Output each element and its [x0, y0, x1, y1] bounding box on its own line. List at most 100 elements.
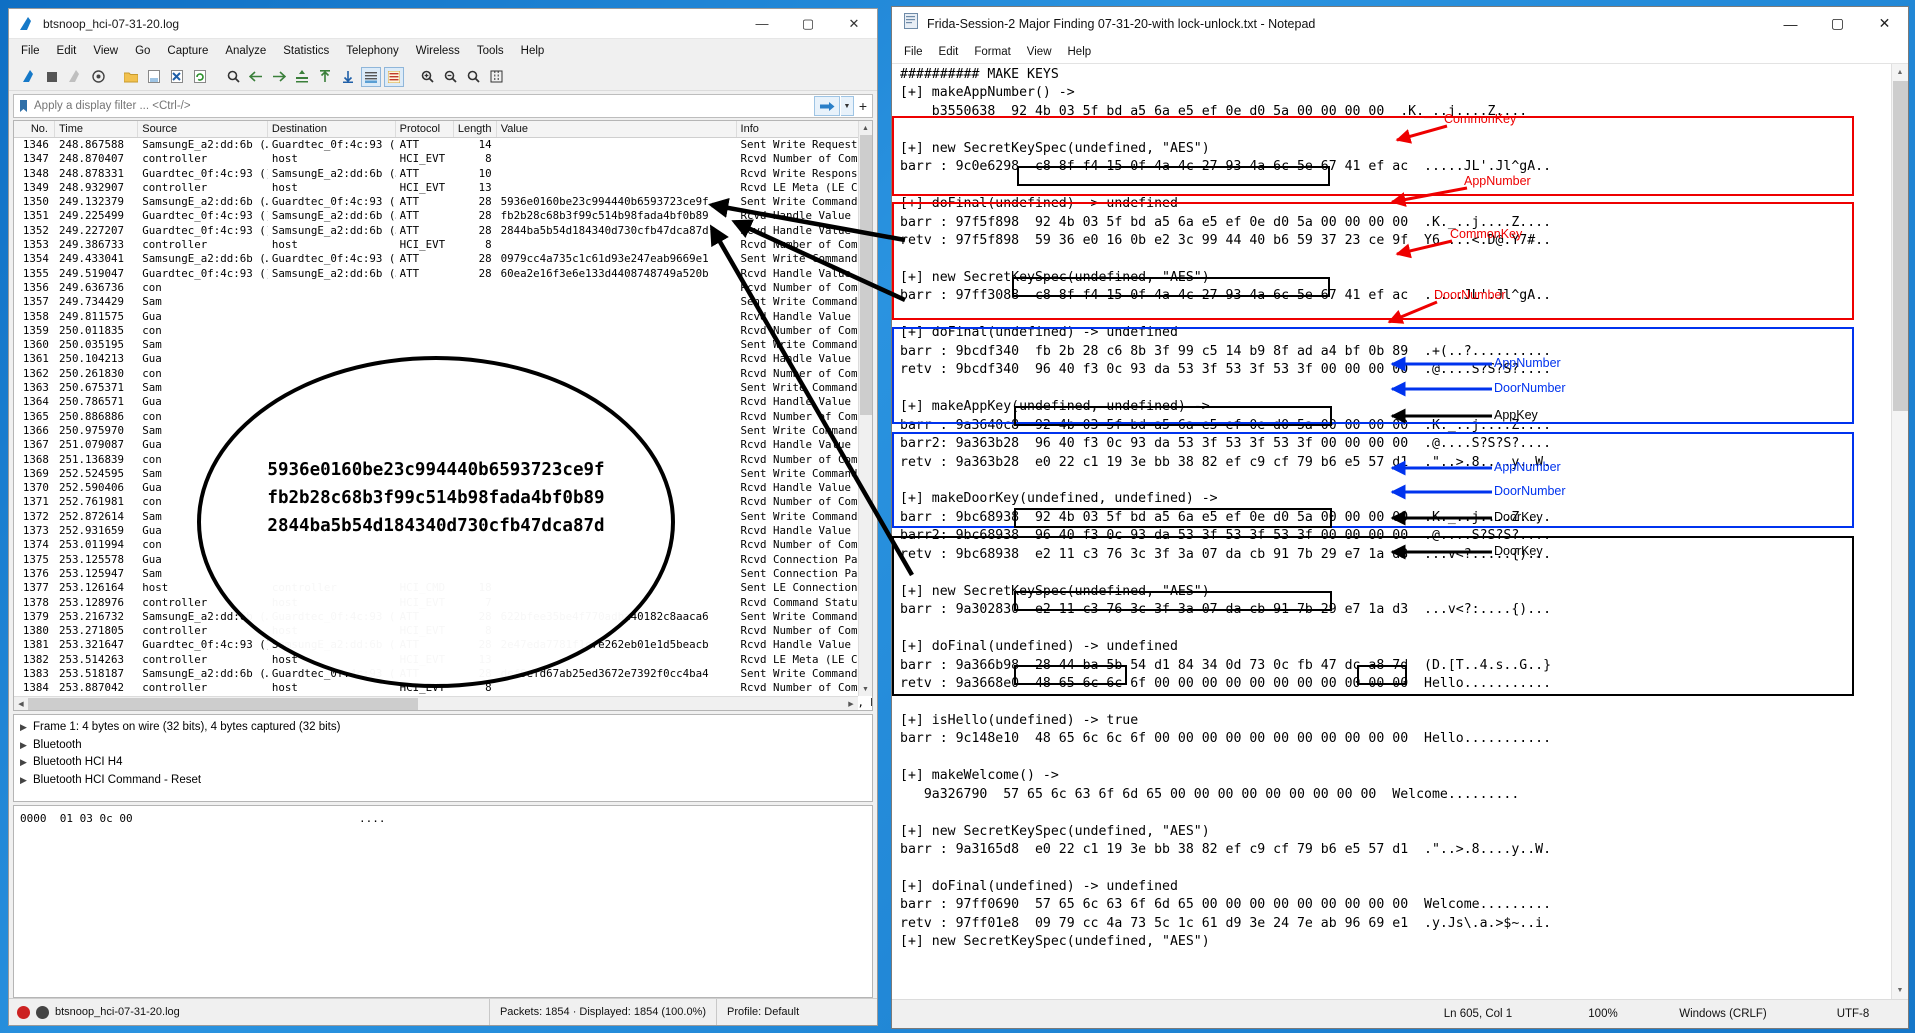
bookmark-icon[interactable] [14, 99, 32, 113]
apply-filter-button[interactable] [814, 96, 840, 116]
table-row[interactable]: 1349 248.932907 controller host HCI_EVT 13 Rcv… [14, 181, 872, 195]
notepad-scroll-down-icon[interactable]: ▼ [1892, 982, 1908, 999]
statusbar-profile[interactable]: Profile: Default [717, 999, 877, 1025]
scroll-right-arrow-icon[interactable]: ▶ [844, 697, 858, 710]
go-forward-icon[interactable] [269, 67, 289, 87]
auto-scroll-icon[interactable] [361, 66, 381, 87]
table-row[interactable]: 1366 250.975970 Sam Sent Write Command, Han… [14, 424, 872, 438]
colorize-icon[interactable] [384, 66, 404, 87]
column-header-length[interactable]: Length [454, 121, 497, 137]
detail-row[interactable]: ▶ Bluetooth HCI Command - Reset [20, 772, 872, 790]
menu-file[interactable]: File [21, 45, 40, 57]
notepad-vertical-scrollbar[interactable]: ▲ ▼ [1891, 64, 1908, 999]
table-row[interactable]: 1351 249.225499 Guardtec_0f:4c:93 () Samsun… [14, 209, 872, 223]
packet-list-horizontal-scrollbar[interactable]: ◀ ▶ [14, 696, 858, 710]
menu-view[interactable]: View [93, 45, 118, 57]
table-row[interactable]: 1384 253.887042 controller host HCI_EVT 8 Rcvd… [14, 681, 872, 695]
display-filter-input[interactable] [32, 99, 814, 113]
detail-row[interactable]: ▶ Bluetooth HCI H4 [20, 754, 872, 772]
table-row[interactable]: 1352 249.227207 Guardtec_0f:4c:93 () Samsun… [14, 224, 872, 238]
notepad-menu-view[interactable]: View [1027, 46, 1052, 58]
table-row[interactable]: 1356 249.636736 con Rcvd Number of Complete… [14, 281, 872, 295]
restart-capture-icon[interactable] [65, 67, 85, 87]
vertical-scroll-thumb[interactable] [860, 135, 872, 415]
display-filter-bar[interactable]: ▼ + [13, 94, 873, 118]
save-file-icon[interactable] [144, 67, 164, 87]
expand-caret-icon[interactable]: ▶ [20, 737, 33, 755]
table-row[interactable]: 1346 248.867588 SamsungE_a2:dd:6b (… Guardt… [14, 138, 872, 152]
table-row[interactable]: 1355 249.519047 Guardtec_0f:4c:93 () Samsun… [14, 267, 872, 281]
table-row[interactable]: 1367 251.079087 Gua Rcvd Handle Value Notif… [14, 438, 872, 452]
capture-status-icon[interactable] [17, 1005, 30, 1019]
resize-columns-icon[interactable] [486, 67, 506, 87]
notepad-menu-file[interactable]: File [904, 46, 923, 58]
notepad-close-button[interactable]: ✕ [1861, 7, 1908, 40]
notepad-text-area[interactable]: ########## MAKE KEYS [+] makeAppNumber()… [892, 63, 1908, 999]
menu-statistics[interactable]: Statistics [283, 45, 329, 57]
packet-list-vertical-scrollbar[interactable]: ▲ ▼ [858, 121, 872, 696]
notepad-menu-edit[interactable]: Edit [939, 46, 959, 58]
go-back-icon[interactable] [246, 67, 266, 87]
menu-wireless[interactable]: Wireless [416, 45, 460, 57]
table-row[interactable]: 1382 253.514263 controller host HCI_EVT 13 Rcv… [14, 653, 872, 667]
start-capture-icon[interactable] [19, 67, 39, 87]
reload-file-icon[interactable] [190, 67, 210, 87]
notepad-maximize-button[interactable]: ▢ [1814, 7, 1861, 40]
stop-capture-icon[interactable] [42, 67, 62, 87]
expand-caret-icon[interactable]: ▶ [20, 719, 33, 737]
notepad-scroll-up-icon[interactable]: ▲ [1892, 64, 1908, 81]
wireshark-maximize-button[interactable]: ▢ [785, 9, 831, 39]
zoom-reset-icon[interactable] [463, 67, 483, 87]
table-row[interactable]: 1383 253.518187 SamsungE_a2:dd:6b (… Guardt… [14, 667, 872, 681]
table-row[interactable]: 1381 253.321647 Guardtec_0f:4c:93 () Samsun… [14, 638, 872, 652]
column-header-source[interactable]: Source [138, 121, 268, 137]
wireshark-close-button[interactable]: ✕ [831, 9, 877, 39]
add-filter-button[interactable]: + [854, 98, 872, 114]
table-row[interactable]: 1379 253.216732 SamsungE_a2:dd:6b (… Guardt… [14, 610, 872, 624]
expert-info-icon[interactable] [36, 1005, 49, 1019]
table-row[interactable]: 1353 249.386733 controller host HCI_EVT 8 Rcvd… [14, 238, 872, 252]
table-row[interactable]: 1371 252.761981 con Rcvd Number of Complete… [14, 495, 872, 509]
go-to-first-icon[interactable] [315, 67, 335, 87]
menu-tools[interactable]: Tools [477, 45, 504, 57]
menu-analyze[interactable]: Analyze [225, 45, 266, 57]
notepad-menu-format[interactable]: Format [974, 46, 1010, 58]
menu-go[interactable]: Go [135, 45, 150, 57]
menu-capture[interactable]: Capture [167, 45, 208, 57]
expand-caret-icon[interactable]: ▶ [20, 754, 33, 772]
scroll-left-arrow-icon[interactable]: ◀ [14, 697, 28, 710]
go-to-last-icon[interactable] [338, 67, 358, 87]
table-row[interactable]: 1370 252.590406 Gua Rcvd Handle Value Notif… [14, 481, 872, 495]
table-row[interactable]: 1373 252.931659 Gua Rcvd Handle Value Notif… [14, 524, 872, 538]
column-header-info[interactable]: Info [737, 121, 872, 137]
close-file-icon[interactable] [167, 67, 187, 87]
scroll-up-arrow-icon[interactable]: ▲ [859, 121, 872, 135]
table-row[interactable]: 1361 250.104213 Gua Rcvd Handle Value Notif… [14, 352, 872, 366]
column-header-protocol[interactable]: Protocol [396, 121, 454, 137]
menu-edit[interactable]: Edit [57, 45, 77, 57]
wireshark-minimize-button[interactable]: — [739, 9, 785, 39]
packet-details-pane[interactable]: ▶ Frame 1: 4 bytes on wire (32 bits), 4 … [13, 714, 873, 802]
table-row[interactable]: 1359 250.011835 con Rcvd Number of Complete… [14, 324, 872, 338]
zoom-out-icon[interactable] [440, 67, 460, 87]
table-row[interactable]: 1364 250.786571 Gua Rcvd Handle Value Notif… [14, 395, 872, 409]
capture-options-icon[interactable] [88, 67, 108, 87]
table-row[interactable]: 1365 250.886886 con Rcvd Number of Complete… [14, 410, 872, 424]
wireshark-titlebar[interactable]: btsnoop_hci-07-31-20.log — ▢ ✕ [9, 9, 877, 39]
column-header-value[interactable]: Value [497, 121, 737, 137]
scroll-down-arrow-icon[interactable]: ▼ [859, 682, 872, 696]
filter-history-dropdown[interactable]: ▼ [841, 96, 854, 116]
notepad-zoom-level[interactable]: 100% [1558, 1000, 1648, 1028]
open-file-icon[interactable] [121, 67, 141, 87]
horizontal-scroll-thumb[interactable] [28, 698, 418, 710]
find-packet-icon[interactable] [223, 67, 243, 87]
table-row[interactable]: 1375 253.125578 Gua Rcvd Connection Paramet… [14, 553, 872, 567]
packet-list-pane[interactable]: No. Time Source Destination Protocol Len… [13, 120, 873, 711]
detail-row[interactable]: ▶ Bluetooth [20, 737, 872, 755]
expand-caret-icon[interactable]: ▶ [20, 772, 33, 790]
packet-bytes-pane[interactable]: 0000 01 03 0c 00 .... [13, 805, 873, 998]
notepad-menu-help[interactable]: Help [1068, 46, 1092, 58]
column-header-no[interactable]: No. [14, 121, 55, 137]
table-row[interactable]: 1380 253.271805 controller host HCI_EVT 8 Rcvd… [14, 624, 872, 638]
table-row[interactable]: 1347 248.870407 controller host HCI_EVT 8 Rcvd… [14, 152, 872, 166]
